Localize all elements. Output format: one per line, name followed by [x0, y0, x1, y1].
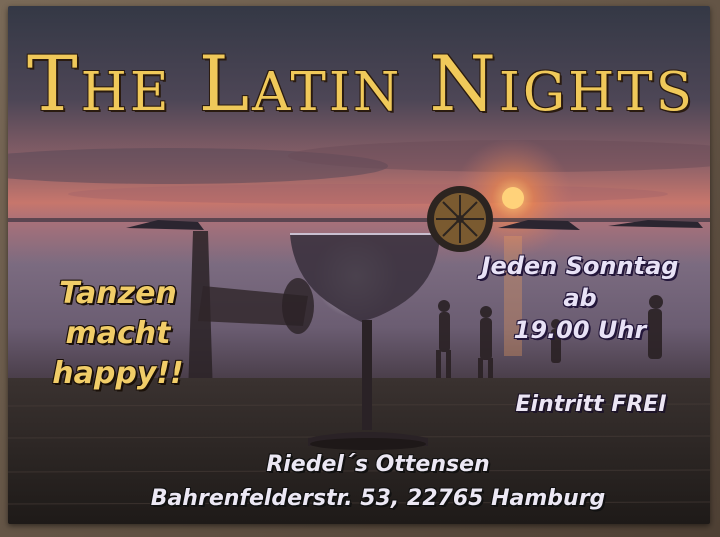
slogan-line: macht [65, 316, 171, 351]
venue-address: Bahrenfelderstr. 53, 22765 Hamburg [150, 486, 606, 511]
sun-icon [502, 187, 524, 209]
event-flyer: The Latin Nights Tanzen macht happy!! Je… [8, 6, 710, 524]
venue-name: Riedel´s Ottensen [266, 452, 490, 477]
schedule-line: 19.00 Uhr [513, 316, 647, 344]
event-schedule: Jeden Sonntag ab 19.00 Uhr [470, 250, 690, 346]
schedule-line: ab [563, 284, 597, 312]
schedule-line: Jeden Sonntag [481, 252, 679, 280]
lime-slice-icon [427, 186, 493, 252]
slogan-line: happy!! [52, 356, 184, 391]
event-title: The Latin Nights [26, 39, 696, 128]
entry-fee: Eintritt FREI [515, 392, 667, 417]
slogan: Tanzen macht happy!! [34, 274, 202, 394]
slogan-line: Tanzen [59, 276, 177, 311]
venue-info: Riedel´s Ottensen Bahrenfelderstr. 53, 2… [118, 448, 638, 516]
